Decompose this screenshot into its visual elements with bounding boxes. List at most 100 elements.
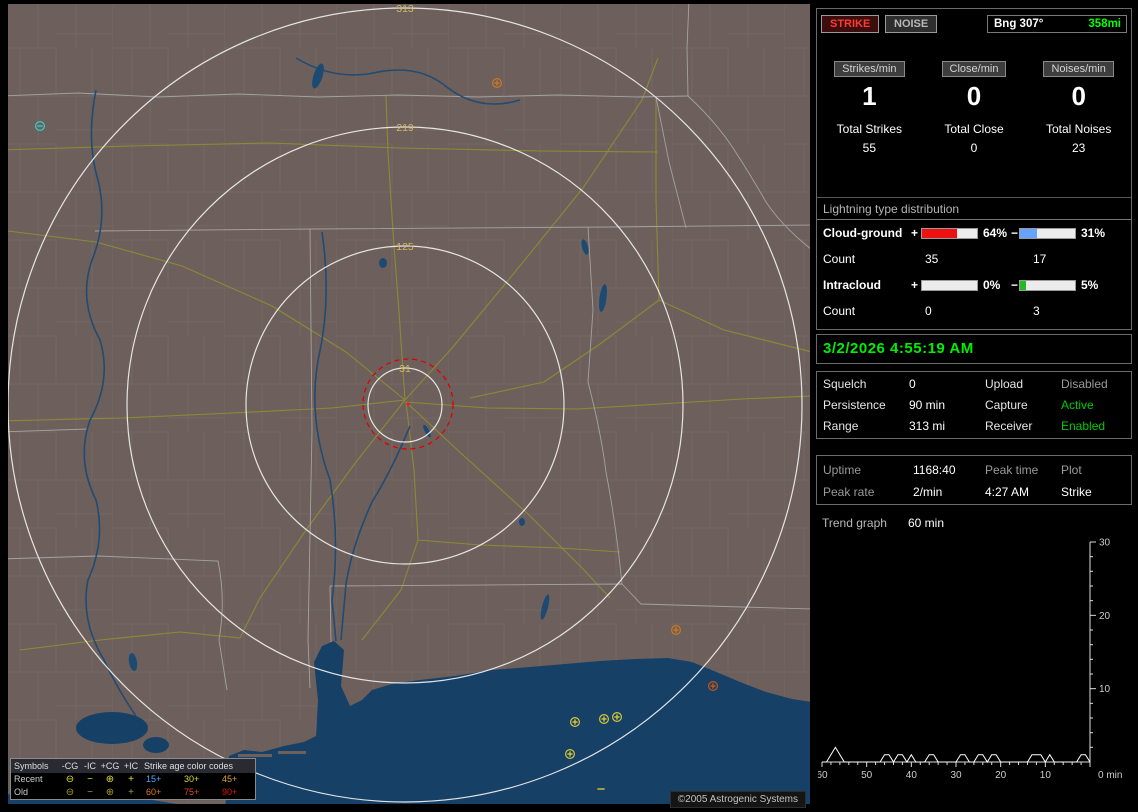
trend-graph-chart: 10 20 30 60 50 40 30 20 10 0 min [818,538,1122,782]
persistence-label: Persistence [823,398,886,412]
plus-sign: + [911,226,919,240]
ring-distance-label: 219 [396,122,414,134]
ring-distance-label: 313 [396,3,414,15]
mode-button-row: STRIKE NOISE Bng 307° 358mi [819,15,1129,35]
range-value: 313 mi [909,419,946,433]
total-noises-label: Total Noises [1045,122,1112,136]
ring-distance-label: 31 [399,363,411,375]
dist-bar-plus-1 [921,280,978,291]
age-code: 60+ [146,787,162,797]
bearing-range: 358mi [1088,18,1121,30]
peak-time-value: 4:27 AM [985,485,1030,499]
copyright-notice: ©2005 Astrogenic Systems [669,791,806,808]
noises-per-min-header[interactable]: Noises/min [1043,61,1114,77]
pos-cg-symbol-icon: ⊕ [105,774,115,785]
pos-ic-symbol-icon: + [128,787,134,798]
ic-plus-pct: 0% [983,278,1001,292]
age-code: 75+ [184,787,200,797]
ic-minus-count: 3 [1033,304,1040,318]
ic-plus-count: 0 [925,304,932,318]
receiver-status: Enabled [1061,419,1106,433]
bearing-label: Bng 307° [994,18,1044,30]
stats-row: Uptime 1168:40 Peak time Plot [817,459,1131,481]
close-per-min-header[interactable]: Close/min [941,61,1007,77]
counter-column-noises: Noises/min 0 Total Noises 23 [1026,61,1131,155]
cloud-ground-label: Cloud-ground [823,226,903,240]
legend-col-neg-ic: -IC [84,761,96,771]
bar-fill [922,229,958,238]
total-noises-value: 23 [1072,141,1086,155]
svg-text:40: 40 [906,770,918,781]
count-label: Count [823,252,856,266]
lightning-distribution: Lightning type distribution Cloud-ground… [817,197,1131,324]
strikes-per-min-header[interactable]: Strikes/min [834,61,905,77]
intracloud-count-row: Count 0 3 [817,298,1131,324]
minus-sign: − [1011,278,1019,292]
stats-panel: Uptime 1168:40 Peak time Plot Peak rate … [816,455,1132,505]
plus-sign: + [911,278,919,292]
legend-row-name: Old [14,787,29,797]
clock-panel: 3/2/2026 4:55:19 AM [816,334,1132,364]
trend-header: Trend graph 60 min [816,514,1132,532]
neg-cg-symbol-icon: ⊖ [65,774,75,785]
legend-row-name: Recent [14,774,43,784]
station-marker [406,402,410,406]
uptime-label: Uptime [823,463,862,477]
sidebar: STRIKE NOISE Bng 307° 358mi Strikes/min … [816,0,1132,812]
total-close-label: Total Close [944,122,1004,136]
plot-label: Plot [1061,463,1082,477]
peak-rate-value: 2/min [913,485,943,499]
svg-text:30: 30 [1099,538,1111,549]
cloud-ground-count-row: Count 35 17 [817,246,1131,272]
age-code: 15+ [146,774,162,784]
legend-header-row: Symbols -CG -IC +CG +IC Strike age color… [11,759,255,773]
age-code: 45+ [222,774,238,784]
neg-ic-symbol-icon: − [87,774,93,785]
strike-mode-button[interactable]: STRIKE [821,15,880,33]
svg-text:0 min: 0 min [1098,770,1122,781]
distribution-title: Lightning type distribution [817,198,1131,220]
legend-col-pos-cg: +CG [100,761,120,771]
svg-text:20: 20 [1099,611,1111,622]
dist-bar-minus-0 [1019,228,1076,239]
counter-column-strikes: Strikes/min 1 Total Strikes 55 [817,61,922,155]
svg-text:30: 30 [950,770,962,781]
upload-status: Disabled [1061,377,1108,391]
svg-text:10: 10 [1040,770,1052,781]
app-root: 313 219 125 31 Symbols -CG -IC +CG +IC Stri… [0,0,1138,812]
legend-recent-row: Recent ⊖ − ⊕ + 15+ 30+ 45+ [11,773,255,786]
svg-text:10: 10 [1099,684,1111,695]
age-code: 90+ [222,787,238,797]
trend-graph-label: Trend graph [822,516,887,530]
cloud-ground-row: Cloud-ground + 64% − 31% [817,220,1131,246]
legend-col-pos-ic: +IC [123,761,139,771]
lightning-map[interactable]: 313 219 125 31 [0,0,812,812]
ring-distance-label: 125 [396,241,414,253]
age-code: 30+ [184,774,200,784]
intracloud-row: Intracloud + 0% − 5% [817,272,1131,298]
bearing-readout: Bng 307° 358mi [987,15,1127,33]
strikes-per-min-value: 1 [862,81,877,111]
total-close-value: 0 [970,141,978,155]
plot-value: Strike [1061,485,1092,499]
dist-bar-minus-1 [1019,280,1076,291]
map-panel[interactable]: 313 219 125 31 Symbols -CG -IC +CG +IC Stri… [0,0,812,812]
total-strikes-label: Total Strikes [836,122,903,136]
persistence-value: 90 min [909,398,946,412]
noise-mode-button[interactable]: NOISE [885,15,938,33]
count-label: Count [823,304,856,318]
total-strikes-value: 55 [862,141,877,155]
status-panel: Squelch 0 Upload Disabled Persistence 90… [816,371,1132,439]
datetime-display: 3/2/2026 4:55:19 AM [823,340,974,357]
bar-fill [1020,229,1038,238]
strike-legend: Symbols -CG -IC +CG +IC Strike age color… [10,758,256,800]
noises-per-min-value: 0 [1071,81,1086,111]
receiver-label: Receiver [985,419,1033,433]
range-label: Range [823,419,859,433]
cg-plus-count: 35 [925,252,939,266]
svg-text:60: 60 [818,770,828,781]
counter-column-close: Close/min 0 Total Close 0 [922,61,1027,155]
pos-cg-symbol-icon: ⊕ [105,787,115,798]
bar-fill [1020,281,1026,290]
legend-age-header: Strike age color codes [144,761,234,771]
